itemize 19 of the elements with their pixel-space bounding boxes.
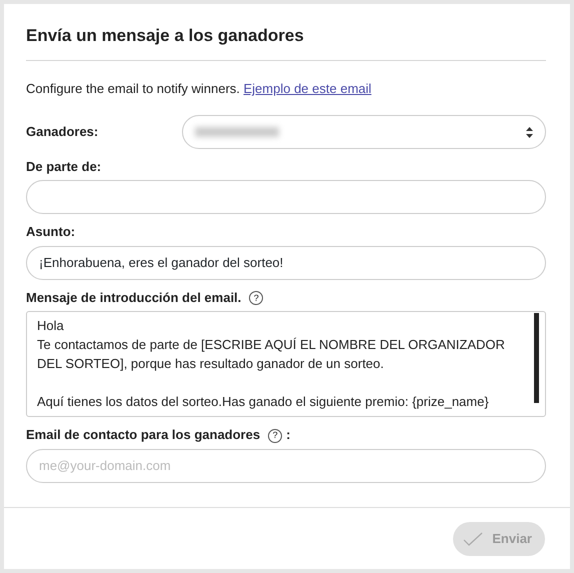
scrollbar-thumb[interactable]	[534, 313, 539, 404]
field-label: De parte de:	[26, 158, 102, 176]
field-label: Ganadores:	[26, 123, 100, 142]
contact-email-field[interactable]: me@your-domain.com	[26, 448, 546, 483]
dialog-title: Envía un mensaje a los ganadores	[26, 26, 305, 46]
help-icon[interactable]: ?	[268, 428, 282, 443]
winners-select[interactable]	[182, 114, 546, 149]
example-link[interactable]: Ejemplo de este email	[244, 81, 372, 96]
sender-field[interactable]	[26, 180, 546, 214]
message-field[interactable]: Hola Te contactamos de parte de [ESCRIBE AQUÍ EL NOMBRE DEL ORGANIZADOR DEL SORTEO], porque has resultado ganador de un sorteo. Aquí tienes los datos del sorteo.Has ganado el siguiente premio: {prize_name}	[26, 311, 546, 418]
help-icon[interactable]: ?	[249, 291, 264, 306]
field-label: Asunto:	[26, 223, 76, 242]
subject-field[interactable]: ¡Enhorabuena, eres el ganador del sorteo!	[26, 246, 546, 280]
intro-text: Configure the email to notify winners. Ejemplo de este email	[26, 80, 372, 98]
label-colon: :	[286, 427, 290, 442]
field-label: Email de contacto para los ganadores	[26, 427, 260, 442]
check-icon	[463, 532, 484, 546]
field-label: Mensaje de introducción del email.	[26, 290, 242, 305]
sort-arrows-icon	[526, 126, 533, 138]
